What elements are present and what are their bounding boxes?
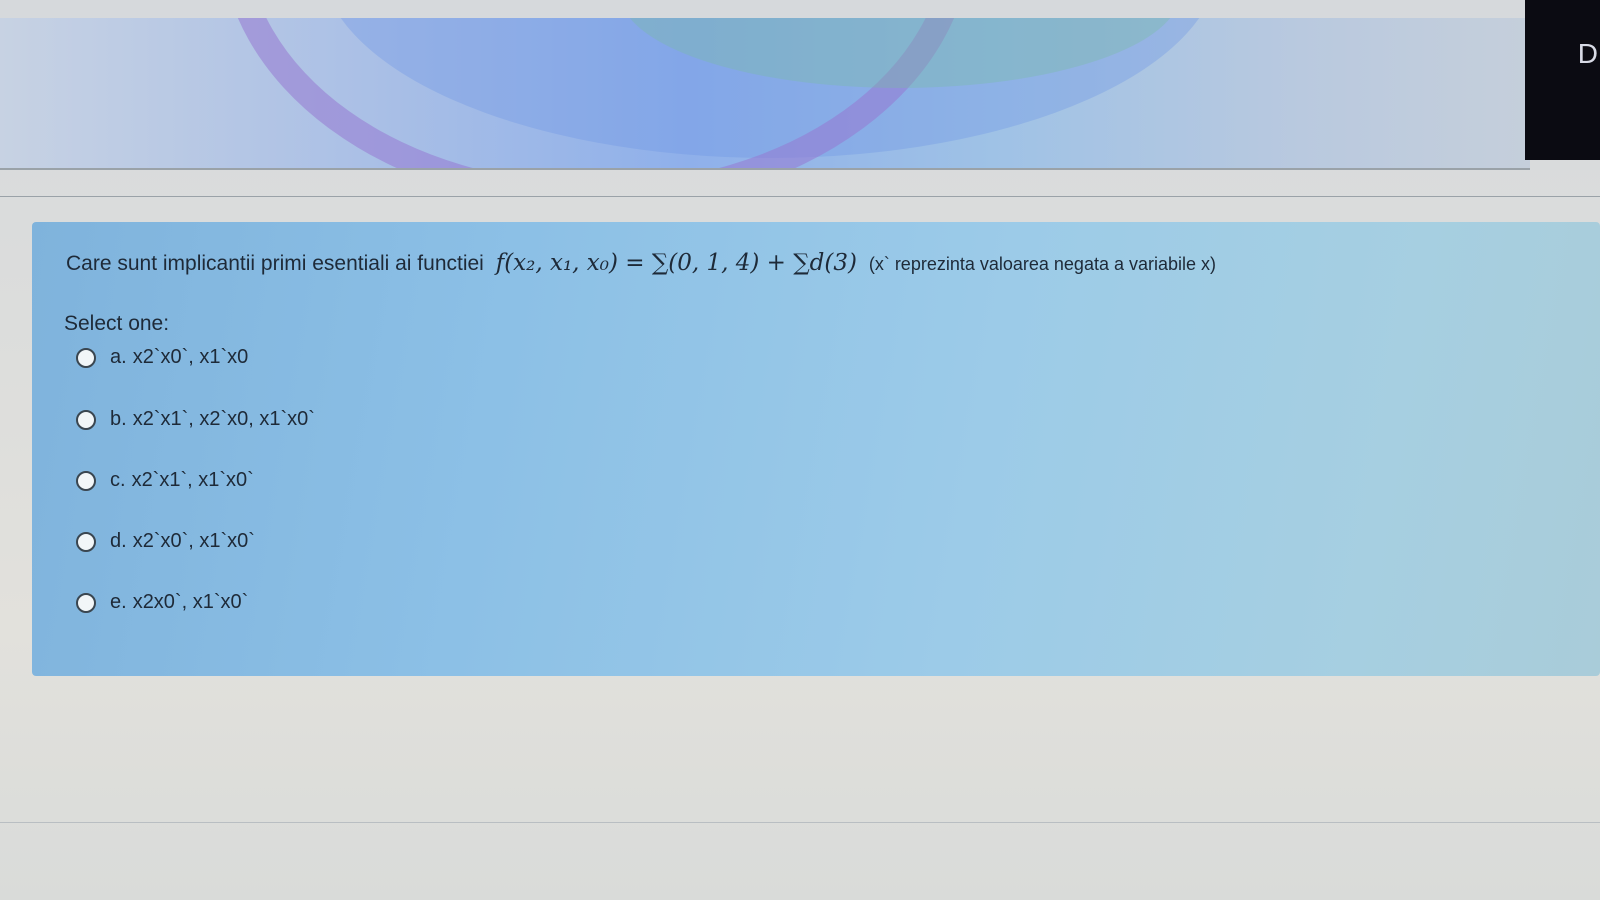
option-letter: e. (110, 591, 127, 613)
option-letter: c. (110, 469, 126, 491)
option-a[interactable]: a. x2`x0`, x1`x0 (76, 346, 248, 369)
radio-button-a[interactable] (76, 347, 96, 368)
section-divider (0, 196, 1600, 197)
question-prompt: Care sunt implicantii primi esentiali ai… (66, 252, 484, 275)
radio-button-c[interactable] (76, 470, 96, 491)
question-text: Care sunt implicantii primi esentiali ai… (66, 250, 1566, 276)
header-divider (0, 168, 1530, 170)
footer-divider (0, 822, 1600, 823)
option-d[interactable]: d. x2`x0`, x1`x0` (76, 530, 255, 553)
radio-button-e[interactable] (76, 592, 96, 613)
option-letter: d. (110, 530, 127, 552)
option-text: x2`x0`, x1`x0` (132, 530, 255, 552)
radio-button-d[interactable] (76, 531, 96, 552)
select-one-label: Select one: (64, 312, 170, 335)
option-letter: b. (110, 408, 127, 430)
header-banner (0, 18, 1530, 168)
option-letter: a. (110, 346, 127, 368)
option-e[interactable]: e. x2x0`, x1`x0` (76, 591, 248, 614)
option-text: x2`x0`, x1`x0 (132, 346, 249, 368)
radio-button-b[interactable] (76, 409, 96, 430)
corner-panel: D (1525, 0, 1600, 160)
question-note: (x` reprezinta valoarea negata a variabi… (868, 254, 1217, 274)
option-text: x2`x1`, x2`x0, x1`x0` (132, 408, 315, 430)
option-text: x2x0`, x1`x0` (132, 591, 249, 613)
option-b[interactable]: b. x2`x1`, x2`x0, x1`x0` (76, 408, 315, 431)
option-c[interactable]: c. x2`x1`, x1`x0` (76, 469, 254, 492)
option-text: x2`x1`, x1`x0` (131, 469, 254, 491)
question-formula: f(x₂, x₁, x₀) = ∑(0, 1, 4) + ∑d(3) (495, 250, 857, 276)
question-card: Care sunt implicantii primi esentiali ai… (32, 222, 1600, 676)
corner-label: D (1577, 38, 1598, 69)
